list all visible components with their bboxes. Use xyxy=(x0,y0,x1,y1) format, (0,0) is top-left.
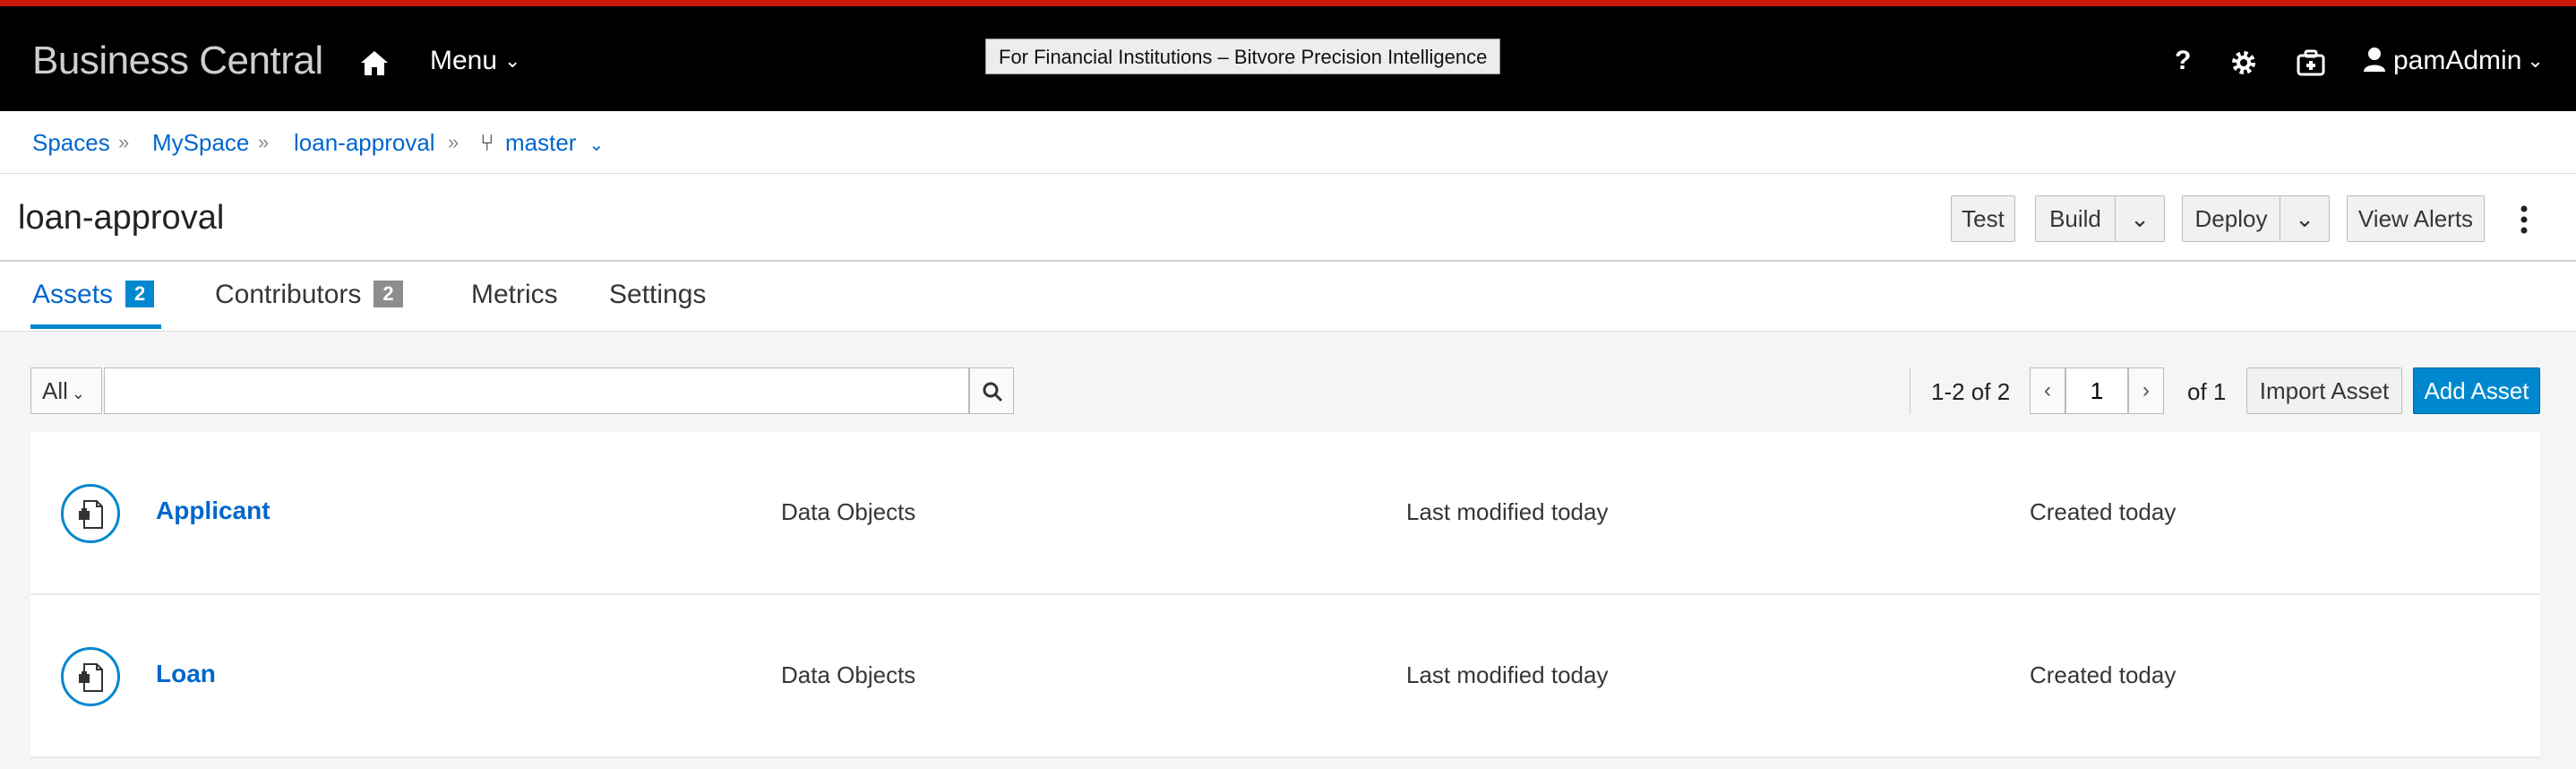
banner-label: For Financial Institutions – Bitvore Pre… xyxy=(985,39,1501,74)
user-menu[interactable]: pamAdmin ⌄ xyxy=(2363,46,2544,76)
tab-label: Contributors xyxy=(215,280,362,309)
search-icon xyxy=(983,382,1003,402)
branch-name: master xyxy=(505,129,577,156)
help-icon[interactable]: ? xyxy=(2175,46,2191,76)
chevron-down-icon: ⌄ xyxy=(504,49,521,72)
tab-label: Assets xyxy=(32,280,114,309)
test-button[interactable]: Test xyxy=(1951,195,2015,242)
active-tab-indicator xyxy=(30,324,161,329)
page-title: loan-approval xyxy=(18,199,225,237)
top-navbar: Business Central Menu ⌄ For Financial Ins… xyxy=(0,0,2576,111)
add-asset-button[interactable]: Add Asset xyxy=(2413,367,2540,414)
chevron-down-icon: ⌄ xyxy=(71,384,85,402)
asset-type: Data Objects xyxy=(781,661,916,688)
asset-list: Applicant Data Objects Last modified tod… xyxy=(30,432,2540,758)
prev-page-button[interactable]: ‹ xyxy=(2030,367,2065,414)
list-item[interactable]: Loan Data Objects Last modified today Cr… xyxy=(30,595,2540,758)
build-button[interactable]: Build xyxy=(2035,195,2116,242)
breadcrumb-separator-icon: » xyxy=(448,131,459,153)
chevron-down-icon: ⌄ xyxy=(2527,49,2544,72)
assets-count-badge: 2 xyxy=(125,281,155,307)
tab-metrics[interactable]: Metrics xyxy=(471,280,558,310)
user-name: pamAdmin xyxy=(2393,46,2522,75)
project-header: loan-approval Test Build ⌄ Deploy ⌄ View… xyxy=(0,174,2576,262)
breadcrumb: Spaces » MySpace » loan-approval » ⑂ mas… xyxy=(0,111,2576,174)
deploy-dropdown-toggle[interactable]: ⌄ xyxy=(2280,195,2330,242)
home-icon[interactable] xyxy=(358,48,391,78)
chevron-down-icon: ⌄ xyxy=(2130,205,2150,232)
asset-name-link[interactable]: Loan xyxy=(156,660,216,688)
pagination-range: 1-2 of 2 xyxy=(1931,378,2011,405)
tab-contributors[interactable]: Contributors 2 xyxy=(215,280,403,310)
breadcrumb-separator-icon: » xyxy=(258,131,270,153)
build-dropdown-toggle[interactable]: ⌄ xyxy=(2115,195,2165,242)
asset-toolbar: All⌄ 1-2 of 2 ‹ › of 1 Import Asset Add … xyxy=(0,332,2576,432)
next-page-button[interactable]: › xyxy=(2128,367,2164,414)
list-item[interactable]: Applicant Data Objects Last modified tod… xyxy=(30,432,2540,595)
view-alerts-button[interactable]: View Alerts xyxy=(2347,195,2485,242)
data-object-icon xyxy=(61,484,120,543)
page-number-input[interactable] xyxy=(2065,367,2128,414)
briefcase-icon[interactable] xyxy=(2297,49,2325,76)
breadcrumb-project[interactable]: loan-approval xyxy=(294,129,435,157)
contributors-count-badge: 2 xyxy=(374,281,403,307)
project-tabs: Assets 2 Contributors 2 Metrics Settings xyxy=(0,262,2576,332)
chevron-down-icon: ⌄ xyxy=(588,135,605,155)
user-icon xyxy=(2364,48,2385,72)
filter-value: All xyxy=(42,377,68,404)
tab-assets[interactable]: Assets 2 xyxy=(32,280,155,310)
tab-settings[interactable]: Settings xyxy=(609,280,706,310)
filter-select[interactable]: All ⌄ xyxy=(30,367,102,414)
gear-icon[interactable] xyxy=(2230,49,2257,76)
kebab-menu-icon[interactable] xyxy=(2515,204,2533,235)
chevron-right-icon: › xyxy=(2142,378,2150,402)
breadcrumb-separator-icon: » xyxy=(118,131,130,153)
data-object-icon xyxy=(61,647,120,706)
asset-created: Created today xyxy=(2030,498,2177,525)
breadcrumb-spaces[interactable]: Spaces xyxy=(32,129,110,157)
deploy-button[interactable]: Deploy xyxy=(2182,195,2280,242)
breadcrumb-myspace[interactable]: MySpace xyxy=(152,129,249,157)
menu-label: Menu xyxy=(430,46,498,75)
search-button[interactable] xyxy=(969,367,1014,414)
asset-name-link[interactable]: Applicant xyxy=(156,497,270,525)
asset-type: Data Objects xyxy=(781,498,916,525)
asset-modified: Last modified today xyxy=(1406,498,1609,525)
chevron-left-icon: ‹ xyxy=(2044,378,2051,402)
menu-dropdown[interactable]: Menu ⌄ xyxy=(430,46,520,76)
import-asset-button[interactable]: Import Asset xyxy=(2246,367,2402,414)
brand-logo[interactable]: Business Central xyxy=(32,39,323,83)
asset-modified: Last modified today xyxy=(1406,661,1609,688)
branch-selector[interactable]: master ⌄ xyxy=(505,129,604,157)
search-input[interactable] xyxy=(104,367,969,414)
toolbar-divider xyxy=(1910,367,1911,414)
page-count: of 1 xyxy=(2187,378,2227,405)
branch-icon: ⑂ xyxy=(480,129,494,156)
asset-created: Created today xyxy=(2030,661,2177,688)
chevron-down-icon: ⌄ xyxy=(2295,205,2314,232)
